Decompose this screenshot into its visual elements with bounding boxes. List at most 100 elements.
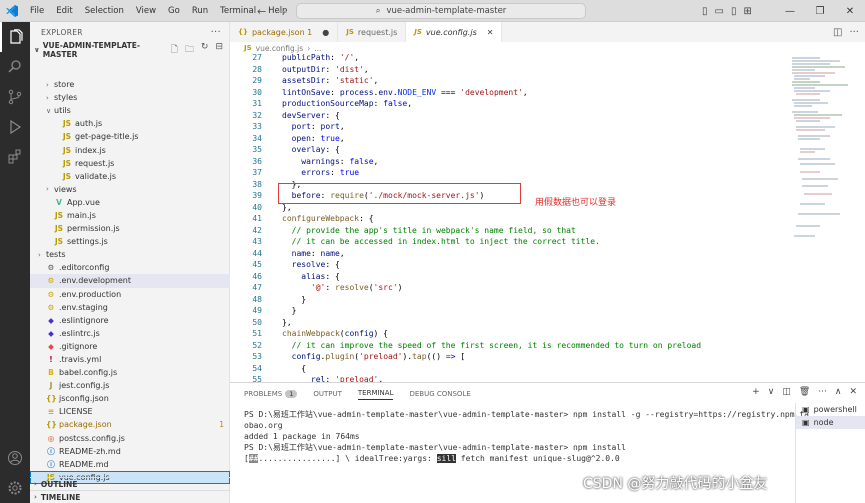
collapse-all-icon[interactable]: ⊟ <box>215 42 223 58</box>
new-folder-icon[interactable]: 🗀 <box>185 42 194 58</box>
source-control-icon[interactable] <box>0 82 30 112</box>
tree-item-label: styles <box>54 93 78 103</box>
tree-item-label: jest.config.js <box>59 381 110 391</box>
minimize-icon[interactable]: — <box>775 6 805 17</box>
maximize-panel-icon[interactable]: ∧ <box>835 387 842 397</box>
more-actions-icon[interactable]: ··· <box>818 387 827 397</box>
menu-selection[interactable]: Selection <box>79 6 130 16</box>
code-line-34: open: true, <box>291 133 345 143</box>
more-actions-icon[interactable]: ··· <box>211 27 221 38</box>
tab-request-js[interactable]: JS request.js <box>338 22 407 42</box>
tree-folder[interactable]: › styles <box>30 91 230 104</box>
more-actions-icon[interactable]: ··· <box>849 27 859 38</box>
tree-file[interactable]: ⓘ README.md <box>30 458 230 471</box>
explorer-icon[interactable] <box>0 22 30 52</box>
tree-file[interactable]: ⚙ .env.production <box>30 288 230 301</box>
tree-folder[interactable]: › views <box>30 183 230 196</box>
tree-file[interactable]: ◆ .gitignore <box>30 340 230 353</box>
menu-terminal[interactable]: Terminal <box>214 6 262 16</box>
tab-package-json[interactable]: {} package.json 1 ● <box>230 22 339 42</box>
tree-file[interactable]: ◆ .eslintignore <box>30 314 230 327</box>
tab-problems[interactable]: PROBLEMS 1 <box>244 390 298 398</box>
tree-folder[interactable]: › tests <box>30 248 230 261</box>
vue-file-icon: V <box>56 197 62 207</box>
close-panel-icon[interactable]: ✕ <box>849 387 857 397</box>
tree-file[interactable]: Jjest.config.js <box>30 379 230 392</box>
menu-view[interactable]: View <box>130 6 162 16</box>
extensions-icon[interactable] <box>0 142 30 172</box>
terminal-dropdown-icon[interactable]: ∨ <box>768 387 775 397</box>
new-file-icon[interactable]: 🗋 <box>171 42 178 58</box>
restore-icon[interactable]: ❐ <box>805 6 835 17</box>
terminal-output[interactable]: PS D:\易班工作站\vue-admin-template-master\vu… <box>244 409 809 464</box>
tree-file[interactable]: ◆ .eslintrc.js <box>30 327 230 340</box>
tab-output[interactable]: OUTPUT <box>313 390 342 398</box>
tree-file[interactable]: {} package.json 1 <box>30 418 230 431</box>
tree-item-label: .gitignore <box>59 341 98 351</box>
command-center-search[interactable]: ⌕ vue-admin-template-master <box>296 3 586 19</box>
toggle-sidebar-icon[interactable]: ▯ <box>702 6 708 17</box>
tree-file[interactable]: JS request.js <box>30 157 230 170</box>
split-editor-icon[interactable]: ◫ <box>833 27 842 38</box>
timeline-section[interactable]: › TIMELINE <box>30 490 230 503</box>
outline-section[interactable]: › OUTLINE <box>30 477 230 490</box>
tree-file[interactable]: ! .travis.yml <box>30 353 230 366</box>
tree-folder[interactable]: › store <box>30 78 230 91</box>
tree-file[interactable]: ⓘ README-zh.md <box>30 445 230 458</box>
tree-file[interactable]: JS auth.js <box>30 117 230 130</box>
tree-file[interactable]: JS permission.js <box>30 222 230 235</box>
menu-run[interactable]: Run <box>186 6 214 16</box>
tree-file[interactable]: ◎ postcss.config.js <box>30 432 230 445</box>
workspace-root[interactable]: ∨ VUE-ADMIN-TEMPLATE-MASTER 🗋 🗀 ↻ ⊟ <box>30 41 229 59</box>
tab-debug-console[interactable]: DEBUG CONSOLE <box>409 390 470 398</box>
menu-file[interactable]: File <box>24 6 50 16</box>
tree-file[interactable]: ≡ LICENSE <box>30 405 230 418</box>
js-file-icon: JS <box>244 44 252 52</box>
customize-layout-icon[interactable]: ⊞ <box>743 6 751 17</box>
tab-terminal[interactable]: TERMINAL <box>357 389 394 400</box>
breadcrumb-file[interactable]: vue.config.js <box>256 44 304 53</box>
tree-file[interactable]: JS main.js <box>30 209 230 222</box>
tree-folder[interactable]: ∨ utils <box>30 104 230 117</box>
unsaved-dot-icon[interactable]: ● <box>322 28 329 37</box>
tab-label: package.json 1 <box>251 27 313 37</box>
code-line-29: assetsDir: 'static', <box>282 76 379 85</box>
tree-file[interactable]: {} jsconfig.json <box>30 392 230 405</box>
toggle-secondary-sidebar-icon[interactable]: ▯ <box>731 6 737 17</box>
terminal-item-powershell[interactable]: ▣ powershell <box>796 403 865 416</box>
settings-gear-icon[interactable] <box>0 473 30 503</box>
activity-bar <box>0 22 30 503</box>
minimap[interactable] <box>790 54 865 382</box>
menu-go[interactable]: Go <box>162 6 186 16</box>
tree-file[interactable]: ⚙ .env.staging <box>30 301 230 314</box>
kill-terminal-icon[interactable]: 🗑 <box>799 387 810 397</box>
search-icon[interactable] <box>0 52 30 82</box>
tree-item-label: settings.js <box>67 237 108 247</box>
run-debug-icon[interactable] <box>0 112 30 142</box>
terminal-item-node[interactable]: ▣ node <box>796 416 865 429</box>
tree-file[interactable]: JS index.js <box>30 143 230 156</box>
breadcrumb: JS vue.config.js › ... <box>230 42 865 54</box>
tree-file[interactable]: ⚙ .editorconfig <box>30 261 230 274</box>
split-terminal-icon[interactable]: ◫ <box>782 387 791 397</box>
tree-file[interactable]: JS get-page-title.js <box>30 130 230 143</box>
tree-file[interactable]: V App.vue <box>30 196 230 209</box>
new-terminal-icon[interactable]: + <box>752 387 760 397</box>
tab-vue-config-js[interactable]: JS vue.config.js ✕ <box>406 22 503 42</box>
code-editor[interactable]: 27 28 29 30 31 32 33 34 35 36 37 38 39 40 41 42 43 44 45 46… <box>230 54 790 382</box>
back-arrow-icon[interactable]: ← <box>257 5 266 18</box>
toggle-panel-icon[interactable]: ▭ <box>715 6 724 17</box>
refresh-icon[interactable]: ↻ <box>201 42 209 58</box>
tree-file[interactable]: ⚙ .env.development <box>30 274 230 288</box>
breadcrumb-more[interactable]: ... <box>314 44 321 53</box>
forward-arrow-icon[interactable]: → <box>278 5 287 18</box>
tree-file[interactable]: JS validate.js <box>30 170 230 183</box>
account-icon[interactable] <box>0 443 30 473</box>
close-icon[interactable]: ✕ <box>835 6 865 17</box>
terminal-icon: ▣ <box>802 418 810 427</box>
close-tab-icon[interactable]: ✕ <box>487 28 494 37</box>
tree-item-label: README.md <box>59 459 109 469</box>
tree-file[interactable]: JS settings.js <box>30 235 230 248</box>
menu-edit[interactable]: Edit <box>50 6 78 16</box>
tree-file[interactable]: Bbabel.config.js <box>30 366 230 379</box>
